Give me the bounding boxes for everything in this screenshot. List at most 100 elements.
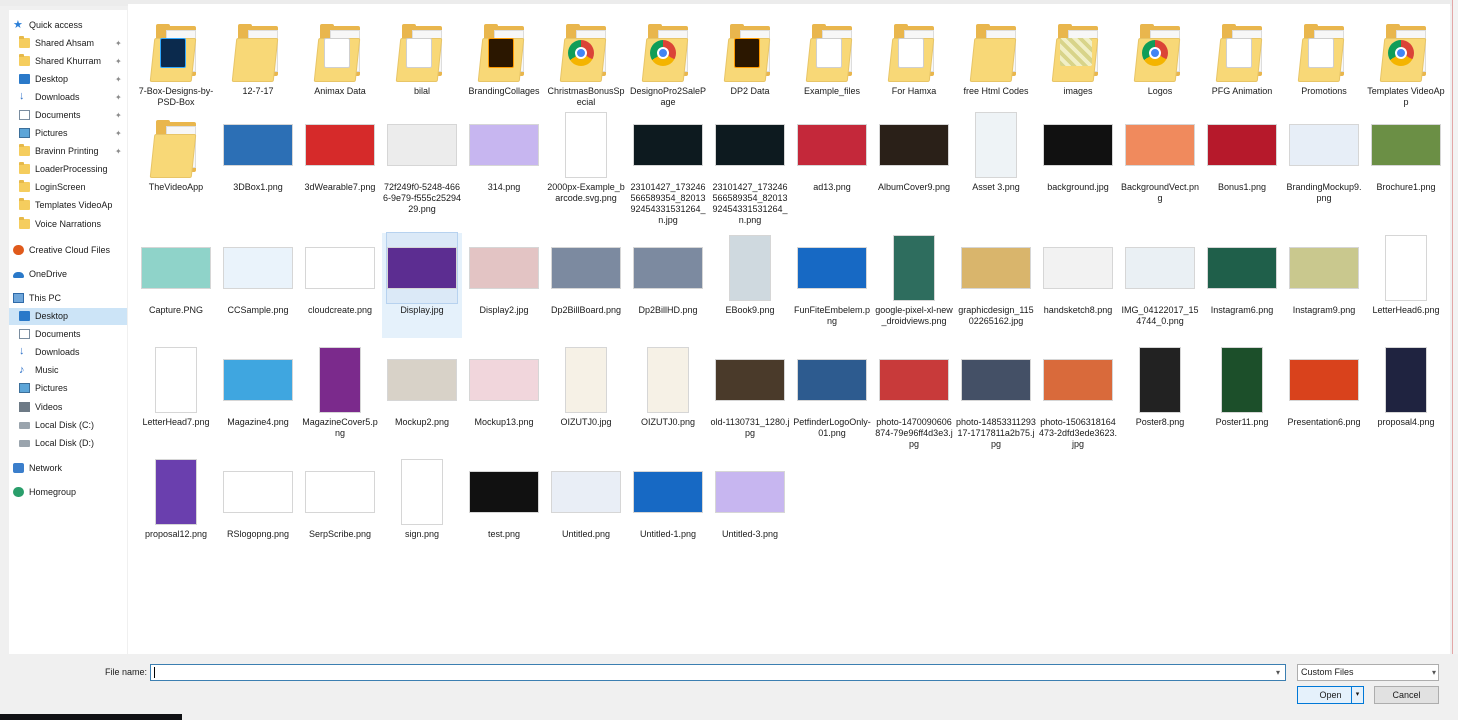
sidebar-item-downloads[interactable]: ↓ Downloads ✦: [9, 89, 127, 106]
folder-item[interactable]: 12-7-17: [218, 14, 298, 104]
file-type-filter-select[interactable]: Custom Files ▾: [1297, 664, 1439, 681]
navigation-pane[interactable]: ★ Quick access Shared Ahsam ✦ Shared Khurram…: [9, 10, 127, 654]
image-file-item[interactable]: old-1130731_1280.jpg: [710, 345, 790, 450]
open-split-dropdown-icon[interactable]: ▾: [1351, 687, 1363, 703]
image-file-item[interactable]: photo-1470090606874-79e96ff4d3e3.jpg: [874, 345, 954, 450]
sidebar-item-onedrive[interactable]: OneDrive: [9, 266, 127, 283]
cancel-button[interactable]: Cancel: [1374, 686, 1439, 704]
folder-item[interactable]: Example_files: [792, 14, 872, 104]
image-file-item[interactable]: 23101427_173246566589354_820139245433153…: [628, 110, 708, 225]
image-file-item[interactable]: Mockup2.png: [382, 345, 462, 450]
image-file-item[interactable]: Poster11.png: [1202, 345, 1282, 450]
image-file-item[interactable]: test.png: [464, 457, 544, 562]
sidebar-item-pictures[interactable]: Pictures: [9, 380, 127, 397]
file-list-view[interactable]: 7-Box-Designs-by-PSD-Box 12-7-17 Animax Da…: [128, 4, 1450, 654]
folder-item[interactable]: Animax Data: [300, 14, 380, 104]
image-file-item[interactable]: SerpScribe.png: [300, 457, 380, 562]
image-file-item[interactable]: Untitled-3.png: [710, 457, 790, 562]
folder-item[interactable]: ChristmasBonusSpecial: [546, 14, 626, 107]
sidebar-item-videos[interactable]: Videos: [9, 399, 127, 416]
image-file-item[interactable]: IMG_04122017_154744_0.png: [1120, 233, 1200, 338]
sidebar-item-quick-access[interactable]: ★ Quick access: [9, 17, 127, 34]
image-file-item[interactable]: Capture.PNG: [136, 233, 216, 338]
sidebar-item-creative-cloud-files[interactable]: Creative Cloud Files: [9, 242, 127, 259]
folder-item[interactable]: TheVideoApp: [136, 110, 216, 215]
sidebar-item-pictures[interactable]: Pictures ✦: [9, 125, 127, 142]
image-file-item[interactable]: Dp2BillBoard.png: [546, 233, 626, 338]
image-file-item[interactable]: 2000px-Example_barcode.svg.png: [546, 110, 626, 215]
image-file-item[interactable]: OIZUTJ0.jpg: [546, 345, 626, 450]
image-file-item[interactable]: Bonus1.png: [1202, 110, 1282, 215]
image-file-item[interactable]: Presentation6.png: [1284, 345, 1364, 450]
image-file-item[interactable]: sign.png: [382, 457, 462, 562]
file-name-input[interactable]: ▾: [150, 664, 1286, 681]
image-file-item[interactable]: Brochure1.png: [1366, 110, 1446, 215]
sidebar-item-music[interactable]: ♪ Music: [9, 362, 127, 379]
sidebar-item-loginscreen[interactable]: LoginScreen: [9, 179, 127, 196]
image-file-item[interactable]: 23101427_173246566589354_820139245433153…: [710, 110, 790, 225]
sidebar-item-local-disk-c[interactable]: Local Disk (C:): [9, 417, 127, 434]
open-button[interactable]: Open ▾: [1297, 686, 1364, 704]
sidebar-item-desktop[interactable]: Desktop: [9, 308, 127, 325]
image-file-item[interactable]: 72f249f0-5248-4666-9e79-f555c2529429.png: [382, 110, 462, 215]
image-file-item[interactable]: CCSample.png: [218, 233, 298, 338]
image-file-item[interactable]: PetfinderLogoOnly-01.png: [792, 345, 872, 450]
image-file-item[interactable]: FunFiteEmbelem.png: [792, 233, 872, 338]
folder-item[interactable]: DesignoPro2SalePage: [628, 14, 708, 107]
image-file-item[interactable]: Display2.jpg: [464, 233, 544, 338]
image-file-item[interactable]: LetterHead6.png: [1366, 233, 1446, 338]
folder-item[interactable]: BrandingCollages: [464, 14, 544, 104]
folder-item[interactable]: DP2 Data: [710, 14, 790, 104]
sidebar-item-network[interactable]: Network: [9, 460, 127, 477]
image-file-item[interactable]: Magazine4.png: [218, 345, 298, 450]
file-name-history-dropdown-icon[interactable]: ▾: [1271, 665, 1285, 680]
image-file-item[interactable]: LetterHead7.png: [136, 345, 216, 450]
image-file-item[interactable]: photo-1485331129317-1717811a2b75.jpg: [956, 345, 1036, 450]
sidebar-item-this-pc[interactable]: This PC: [9, 290, 127, 307]
image-file-item[interactable]: 3dWearable7.png: [300, 110, 380, 215]
image-file-item[interactable]: graphicdesign_11502265162.jpg: [956, 233, 1036, 338]
sidebar-item-voice-narrations[interactable]: Voice Narrations: [9, 216, 127, 233]
image-file-item[interactable]: ad13.png: [792, 110, 872, 215]
folder-item[interactable]: bilal: [382, 14, 462, 104]
sidebar-item-desktop[interactable]: Desktop ✦: [9, 71, 127, 88]
sidebar-item-loaderprocessing[interactable]: LoaderProcessing: [9, 161, 127, 178]
sidebar-item-bravinn-printing[interactable]: Bravinn Printing ✦: [9, 143, 127, 160]
sidebar-item-documents[interactable]: Documents ✦: [9, 107, 127, 124]
folder-item[interactable]: free Html Codes: [956, 14, 1036, 104]
folder-item[interactable]: Logos: [1120, 14, 1200, 104]
image-file-item[interactable]: BackgroundVect.png: [1120, 110, 1200, 215]
image-file-item[interactable]: RSlogopng.png: [218, 457, 298, 562]
image-file-item[interactable]: BrandingMockup9.png: [1284, 110, 1364, 215]
image-file-item[interactable]: MagazineCover5.png: [300, 345, 380, 450]
sidebar-item-templates-videoap[interactable]: Templates VideoAp: [9, 197, 127, 214]
image-file-item[interactable]: OIZUTJ0.png: [628, 345, 708, 450]
image-file-item[interactable]: cloudcreate.png: [300, 233, 380, 338]
sidebar-item-documents[interactable]: Documents: [9, 326, 127, 343]
image-file-item[interactable]: handsketch8.png: [1038, 233, 1118, 338]
folder-item[interactable]: 7-Box-Designs-by-PSD-Box: [136, 14, 216, 107]
image-file-item[interactable]: proposal4.png: [1366, 345, 1446, 450]
image-file-item[interactable]: Poster8.png: [1120, 345, 1200, 450]
image-file-item[interactable]: 314.png: [464, 110, 544, 215]
folder-item[interactable]: Promotions: [1284, 14, 1364, 104]
image-file-item[interactable]: Mockup13.png: [464, 345, 544, 450]
image-file-item[interactable]: photo-1506318164473-2dfd3ede3623.jpg: [1038, 345, 1118, 450]
image-file-item[interactable]: Instagram6.png: [1202, 233, 1282, 338]
folder-item[interactable]: Templates VideoApp: [1366, 14, 1446, 107]
image-file-item[interactable]: Untitled-1.png: [628, 457, 708, 562]
image-file-item[interactable]: Untitled.png: [546, 457, 626, 562]
folder-item[interactable]: images: [1038, 14, 1118, 104]
image-file-item[interactable]: EBook9.png: [710, 233, 790, 338]
image-file-item[interactable]: Dp2BillHD.png: [628, 233, 708, 338]
image-file-item[interactable]: Asset 3.png: [956, 110, 1036, 215]
image-file-item[interactable]: background.jpg: [1038, 110, 1118, 215]
sidebar-item-local-disk-d[interactable]: Local Disk (D:): [9, 435, 127, 452]
folder-item[interactable]: PFG Animation: [1202, 14, 1282, 104]
image-file-item[interactable]: proposal12.png: [136, 457, 216, 562]
sidebar-item-downloads[interactable]: ↓ Downloads: [9, 344, 127, 361]
image-file-item[interactable]: AlbumCover9.png: [874, 110, 954, 215]
folder-item[interactable]: For Hamxa: [874, 14, 954, 104]
image-file-item[interactable]: Display.jpg: [382, 232, 462, 338]
image-file-item[interactable]: 3DBox1.png: [218, 110, 298, 215]
